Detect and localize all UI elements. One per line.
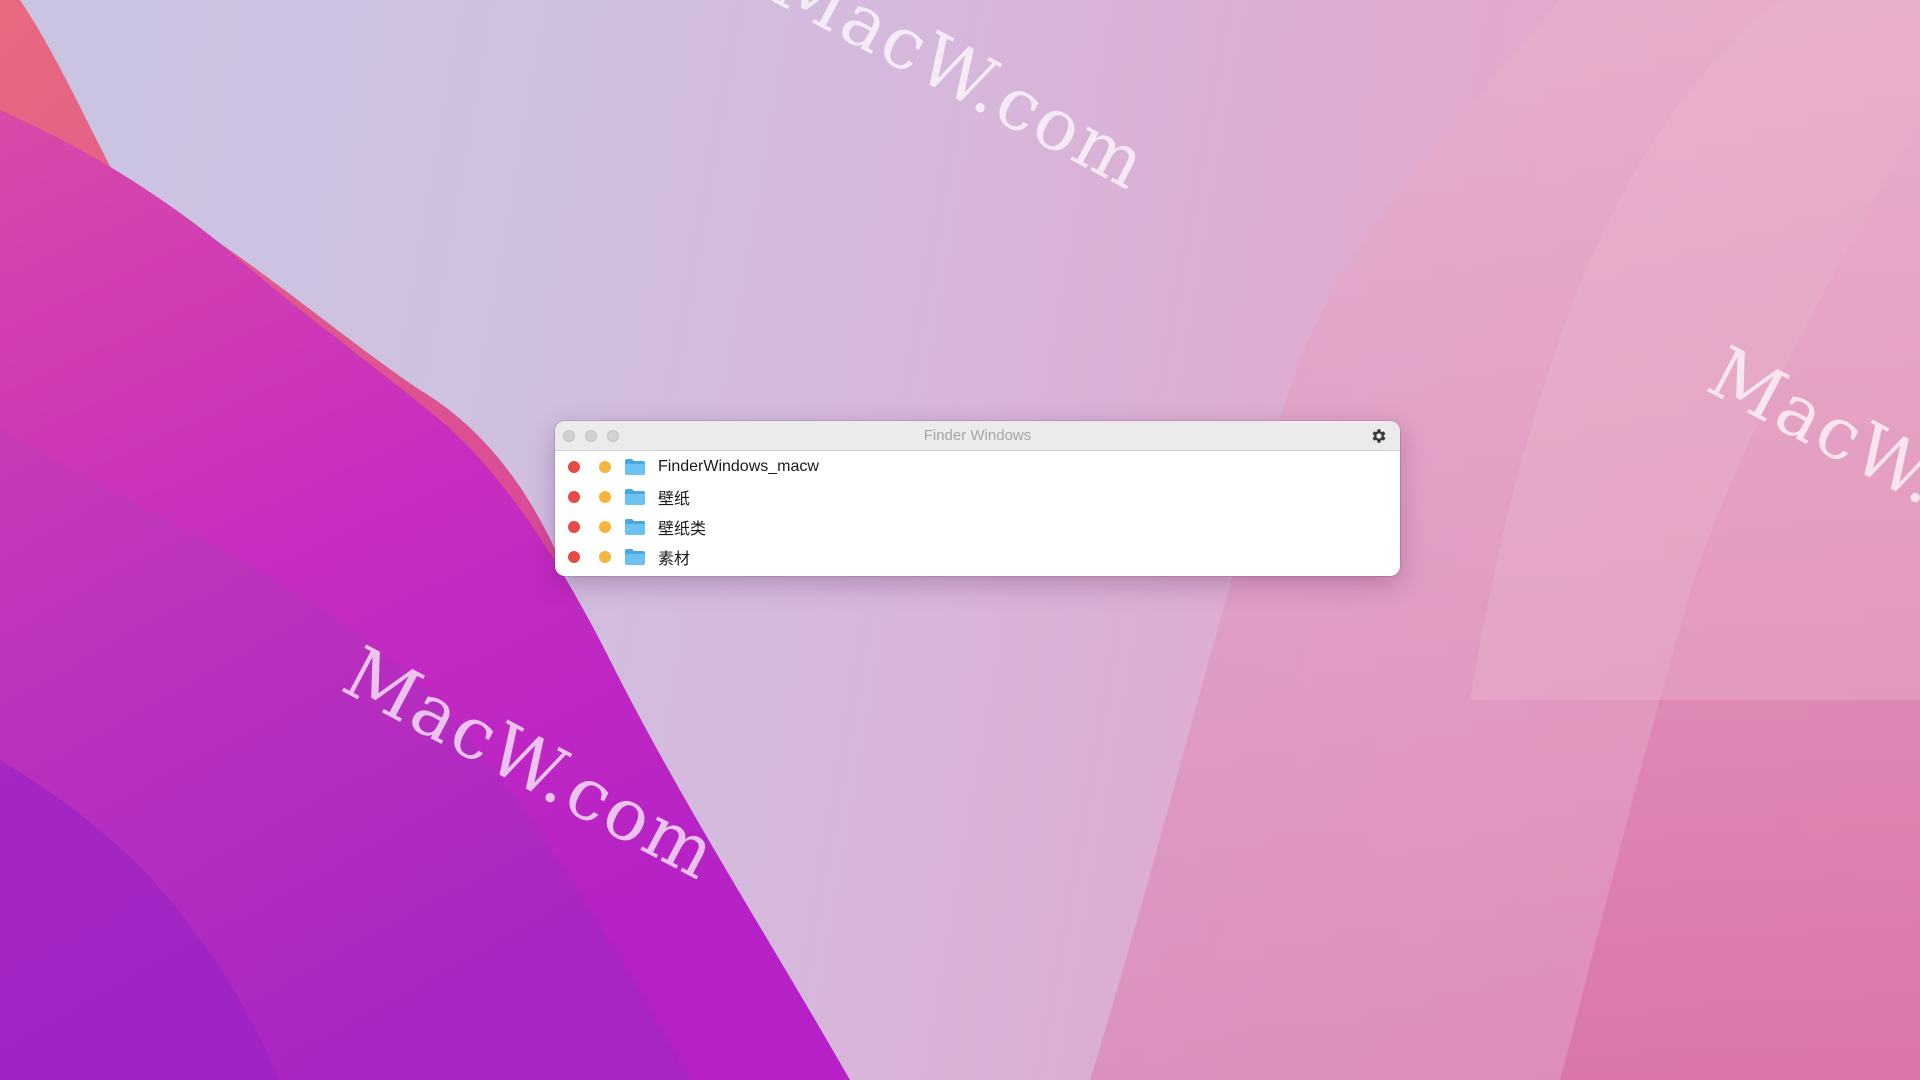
close-window-icon[interactable] <box>568 491 580 503</box>
folder-icon <box>625 519 645 535</box>
list-item[interactable]: 壁纸 <box>555 482 1400 512</box>
folder-icon <box>625 489 645 505</box>
minimize-window-icon[interactable] <box>599 521 611 533</box>
list-item[interactable]: 壁纸类 <box>555 512 1400 542</box>
gear-icon[interactable] <box>1370 427 1388 445</box>
list-item-label: FinderWindows_macw <box>658 458 819 475</box>
close-window-icon[interactable] <box>568 521 580 533</box>
window-list: FinderWindows_macw 壁纸 壁纸类 素材 <box>555 451 1400 572</box>
title-bar[interactable]: Finder Windows <box>555 421 1400 451</box>
close-window-icon[interactable] <box>568 461 580 473</box>
desktop: MacW.com MacW.com MacW.com Finder Window… <box>0 0 1920 1080</box>
close-window-icon[interactable] <box>568 551 580 563</box>
minimize-window-icon[interactable] <box>599 461 611 473</box>
finder-windows-panel: Finder Windows FinderWindows_macw 壁纸 壁纸类… <box>555 421 1400 576</box>
minimize-window-icon[interactable] <box>599 551 611 563</box>
folder-icon <box>625 459 645 475</box>
list-item-label: 壁纸类 <box>658 521 707 538</box>
list-item[interactable]: 素材 <box>555 542 1400 572</box>
folder-icon <box>625 549 645 565</box>
list-item[interactable]: FinderWindows_macw <box>555 452 1400 482</box>
list-item-label: 壁纸 <box>658 491 691 508</box>
list-item-label: 素材 <box>658 551 691 568</box>
minimize-window-icon[interactable] <box>599 491 611 503</box>
window-title: Finder Windows <box>923 427 1032 444</box>
